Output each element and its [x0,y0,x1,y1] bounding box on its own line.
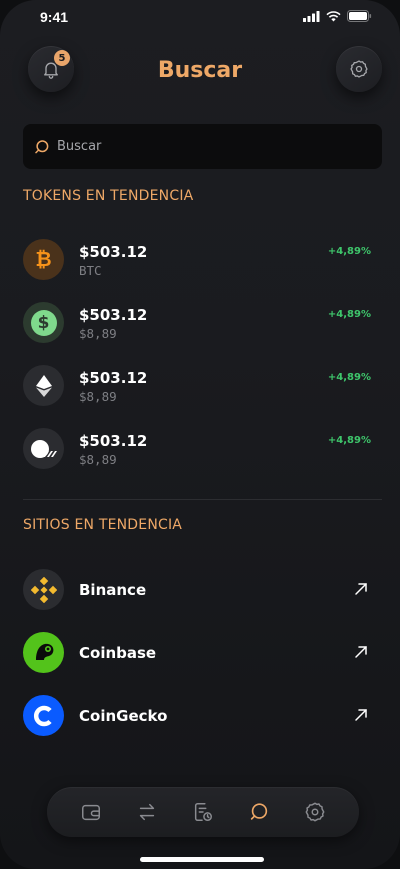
bottom-nav [47,787,359,837]
token-value: $8,89 [79,452,117,467]
token-change: +4,89% [327,309,371,320]
gear-icon [350,60,368,78]
bitcoin-icon: ₿ [23,239,64,280]
token-price: $503.12 [79,432,148,450]
nav-search[interactable] [246,799,272,825]
binance-icon [23,569,64,610]
dollar-icon: $ [23,302,64,343]
coin-icon [23,428,64,469]
coinbase-icon [23,632,64,673]
battery-icon [347,10,372,22]
nav-swap[interactable] [134,799,160,825]
token-row-btc[interactable]: ₿ $503.12 BTC +4,89% [23,239,375,283]
token-row-dollar[interactable]: $ $503.12 $8,89 +4,89% [23,302,375,346]
ethereum-icon [23,365,64,406]
token-price: $503.12 [79,243,148,261]
wifi-icon [326,10,341,21]
site-row-coingecko[interactable]: CoinGecko [23,695,375,739]
search-chat-icon [250,803,268,820]
external-link-icon[interactable] [353,644,369,660]
signal-icon [303,10,320,22]
token-price: $503.12 [79,306,148,324]
status-bar: 9:41 [0,0,400,34]
history-icon [194,803,212,821]
token-symbol: BTC [79,263,102,278]
site-name: Coinbase [79,644,157,662]
site-row-coinbase[interactable]: Coinbase [23,632,375,676]
trending-tokens-title: TOKENS EN TENDENCIA [23,188,194,204]
search-input[interactable] [55,138,359,155]
status-icons [303,10,372,22]
section-divider [23,499,382,500]
nav-settings[interactable] [302,799,328,825]
nav-history[interactable] [190,799,216,825]
settings-icon [305,802,325,822]
search-bar[interactable] [23,124,382,169]
token-value: $8,89 [79,389,117,404]
site-name: Binance [79,581,147,599]
token-row-coin[interactable]: $503.12 $8,89 +4,89% [23,428,375,472]
token-change: +4,89% [327,435,371,446]
token-price: $503.12 [79,369,148,387]
coingecko-icon [23,695,64,736]
status-time: 9:41 [40,9,69,25]
search-icon [35,139,49,153]
app-screen: 9:41 5 Buscar Buscar TOKENS EN TENDENCIA… [0,0,400,869]
nav-wallet[interactable] [78,799,104,825]
trending-sites-title: SITIOS EN TENDENCIA [23,517,183,533]
site-row-binance[interactable]: Binance [23,569,375,613]
token-value: $8,89 [79,326,117,341]
token-change: +4,89% [327,372,371,383]
token-change: +4,89% [327,246,371,257]
token-row-eth[interactable]: $503.12 $8,89 +4,89% [23,365,375,409]
settings-button[interactable] [336,46,382,92]
home-indicator [140,857,264,862]
external-link-icon[interactable] [353,581,369,597]
site-name: CoinGecko [79,707,168,725]
external-link-icon[interactable] [353,707,369,723]
wallet-icon [82,804,100,821]
swap-icon [139,803,155,821]
